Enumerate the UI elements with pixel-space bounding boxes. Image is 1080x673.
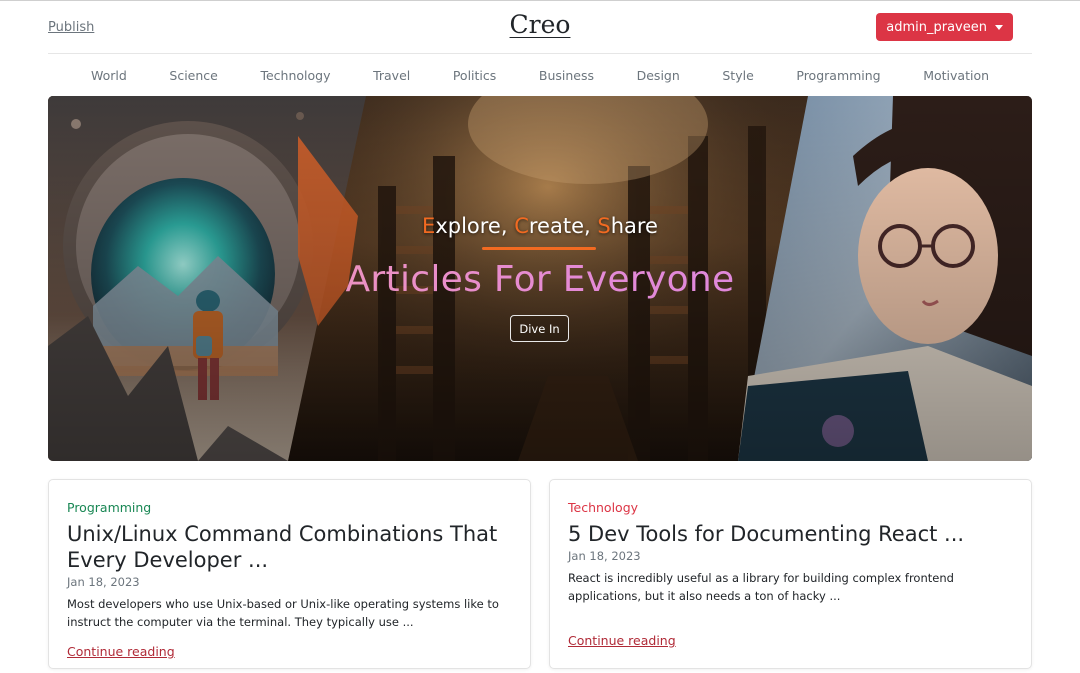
category-nav: World Science Technology Travel Politics… [48,59,1032,91]
nav-item-motivation[interactable]: Motivation [902,68,1010,83]
hero-banner: Explore, Create, Share Articles For Ever… [48,96,1032,461]
nav-item-design[interactable]: Design [615,68,701,83]
nav-item-technology[interactable]: Technology [239,68,352,83]
tagline-highlight-3: S [597,214,611,238]
tagline-highlight-2: C [514,214,529,238]
publish-link[interactable]: Publish [48,20,94,35]
continue-reading-link[interactable]: Continue reading [67,644,175,659]
tagline-highlight-1: E [422,214,436,238]
site-header: Publish Creo admin_praveen [48,1,1032,54]
hero-tagline: Explore, Create, Share [48,214,1032,238]
article-excerpt: Most developers who use Unix-based or Un… [67,597,499,629]
article-card: Technology 5 Dev Tools for Documenting R… [549,479,1032,669]
tagline-text-2: reate, [528,214,598,238]
nav-item-science[interactable]: Science [148,68,239,83]
nav-item-world[interactable]: World [70,68,148,83]
article-card: Programming Unix/Linux Command Combinati… [48,479,531,669]
user-menu-button[interactable]: admin_praveen [876,13,1013,41]
brand-logo[interactable]: Creo [510,10,571,39]
article-title: Unix/Linux Command Combinations That Eve… [67,522,498,572]
tagline-underline [482,247,596,250]
caret-down-icon [995,24,1003,30]
nav-item-travel[interactable]: Travel [352,68,432,83]
dive-in-button[interactable]: Dive In [510,315,569,342]
user-menu-label: admin_praveen [886,19,987,35]
article-category[interactable]: Technology [568,500,638,515]
hero-content: Explore, Create, Share Articles For Ever… [48,96,1032,461]
article-category[interactable]: Programming [67,500,151,515]
nav-item-politics[interactable]: Politics [432,68,518,83]
article-excerpt: React is incredibly useful as a library … [568,571,954,603]
nav-item-business[interactable]: Business [518,68,616,83]
nav-item-programming[interactable]: Programming [775,68,902,83]
hero-title: Articles For Everyone [48,259,1032,300]
tagline-text-3: hare [610,214,658,238]
continue-reading-link[interactable]: Continue reading [568,633,676,648]
article-title: 5 Dev Tools for Documenting React ... [568,522,965,546]
article-date: Jan 18, 2023 [568,549,641,563]
tagline-text-1: xplore, [435,214,515,238]
article-date: Jan 18, 2023 [67,575,140,589]
nav-item-style[interactable]: Style [701,68,775,83]
